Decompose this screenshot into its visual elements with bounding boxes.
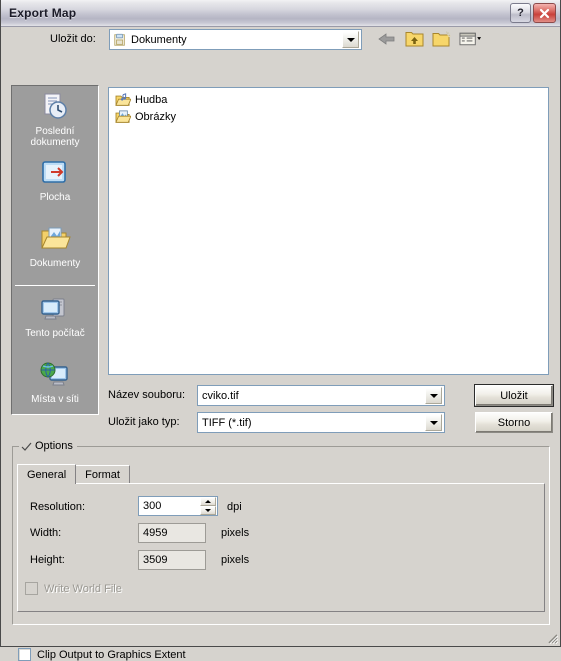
close-icon	[539, 8, 550, 18]
help-button[interactable]: ?	[510, 3, 531, 23]
sidebar-label-recent-documents: Poslední dokumenty	[30, 126, 80, 148]
sidebar-item-desktop[interactable]: Plocha	[12, 152, 98, 218]
list-item[interactable]: Hudba	[111, 91, 546, 108]
title-bar[interactable]: Export Map ?	[1, 0, 560, 27]
views-menu-icon[interactable]	[459, 28, 482, 50]
question-mark-icon: ?	[517, 7, 524, 19]
options-tabs: General Format	[17, 464, 545, 484]
tab-format-label: Format	[85, 469, 120, 481]
width-input: 4959	[138, 523, 206, 543]
width-value: 4959	[143, 527, 168, 539]
back-arrow-icon[interactable]	[375, 28, 398, 50]
file-type-value: TIFF (*.tif)	[202, 416, 252, 429]
folder-pictures-icon	[115, 109, 131, 124]
list-item[interactable]: Obrázky	[111, 108, 546, 125]
places-separator	[15, 285, 95, 286]
file-name-label: Název souboru:	[108, 389, 186, 401]
folder-documents-icon	[113, 33, 127, 47]
network-places-icon	[39, 358, 71, 392]
sidebar-label-my-computer: Tento počítač	[25, 328, 85, 339]
resize-grip-icon[interactable]	[545, 631, 558, 644]
width-unit: pixels	[221, 527, 250, 539]
dialog-body: Uložit do: Dokumenty Poslední dokumenty …	[1, 27, 560, 661]
file-toolbar	[375, 28, 482, 50]
sidebar-item-documents[interactable]: Dokumenty	[12, 218, 98, 284]
file-name-input[interactable]: cviko.tif	[197, 385, 445, 406]
my-documents-icon	[39, 222, 71, 256]
options-legend-text: Options	[35, 440, 73, 452]
sidebar-item-network-places[interactable]: Místa v síti	[12, 354, 98, 414]
close-button[interactable]	[533, 3, 556, 23]
chevron-down-icon[interactable]	[425, 414, 442, 431]
clip-output-label: Clip Output to Graphics Extent	[37, 648, 186, 661]
window-controls: ?	[510, 3, 556, 23]
clip-output-checkbox[interactable]	[18, 648, 31, 661]
sidebar-item-my-computer[interactable]: Tento počítač	[12, 288, 98, 354]
width-label: Width:	[30, 527, 62, 539]
resolution-input[interactable]: 300	[138, 496, 218, 516]
list-item-label: Hudba	[135, 93, 168, 106]
stepper-down-icon[interactable]	[200, 506, 216, 515]
resolution-stepper[interactable]	[200, 497, 216, 515]
cancel-button[interactable]: Storno	[475, 412, 553, 433]
list-item-label: Obrázky	[135, 110, 176, 123]
file-type-label: Uložit jako typ:	[108, 416, 180, 428]
up-one-level-icon[interactable]	[403, 28, 426, 50]
sidebar-item-recent-documents[interactable]: Poslední dokumenty	[12, 86, 98, 152]
sidebar-label-network-places: Místa v síti	[31, 394, 79, 405]
file-name-value: cviko.tif	[202, 389, 239, 402]
write-world-file-label: Write World File	[44, 582, 122, 595]
resolution-unit: dpi	[227, 501, 242, 513]
height-input: 3509	[138, 550, 206, 570]
export-map-dialog: Export Map ? Uložit do: Dokumenty Posled…	[0, 0, 561, 661]
tab-general[interactable]: General	[17, 464, 77, 484]
save-button[interactable]: Uložit	[474, 384, 554, 407]
clip-output-checkbox-row[interactable]: Clip Output to Graphics Extent	[18, 648, 186, 661]
chevron-down-icon[interactable]	[342, 31, 359, 48]
resolution-label: Resolution:	[30, 501, 86, 513]
look-in-combo[interactable]: Dokumenty	[109, 29, 362, 50]
height-label: Height:	[30, 554, 65, 566]
folder-music-icon	[115, 92, 131, 107]
stepper-up-icon[interactable]	[200, 497, 216, 506]
desktop-icon	[40, 156, 70, 190]
look-in-value: Dokumenty	[131, 33, 187, 46]
options-group-label: Options	[19, 440, 77, 452]
tab-general-label: General	[27, 468, 67, 481]
window-title: Export Map	[9, 6, 77, 20]
my-computer-icon	[39, 292, 71, 326]
check-icon	[21, 442, 32, 451]
write-world-file-checkbox	[25, 582, 38, 595]
resolution-value: 300	[143, 500, 162, 512]
places-bar: Poslední dokumenty Plocha Dokumenty Tent…	[11, 85, 99, 415]
height-unit: pixels	[221, 554, 250, 566]
new-folder-icon[interactable]	[431, 28, 454, 50]
write-world-file-checkbox-row: Write World File	[25, 582, 122, 595]
chevron-down-icon[interactable]	[425, 387, 442, 404]
recent-documents-icon	[39, 90, 71, 124]
sidebar-label-documents: Dokumenty	[29, 258, 81, 269]
look-in-label: Uložit do:	[50, 33, 96, 45]
tab-format[interactable]: Format	[75, 465, 130, 484]
file-type-combo[interactable]: TIFF (*.tif)	[197, 412, 445, 433]
height-value: 3509	[143, 554, 168, 566]
file-list[interactable]: Hudba Obrázky	[108, 87, 549, 375]
sidebar-label-desktop: Plocha	[39, 192, 71, 203]
